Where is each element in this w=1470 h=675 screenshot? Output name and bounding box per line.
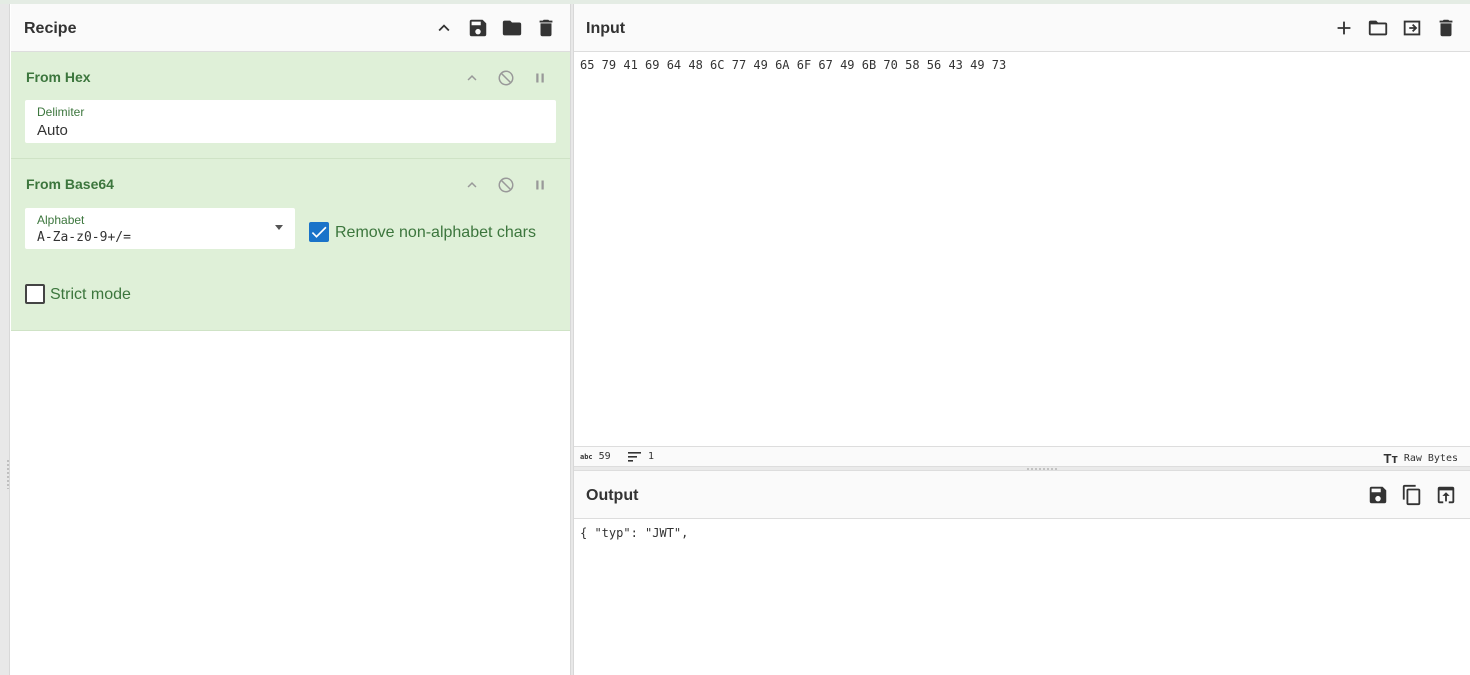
- disable-icon[interactable]: [494, 66, 518, 90]
- lines-status: 1: [628, 451, 654, 462]
- chevron-up-icon[interactable]: [432, 16, 456, 40]
- breakpoint-pause-icon[interactable]: [528, 66, 552, 90]
- add-tab-icon[interactable]: [1332, 16, 1356, 40]
- disable-icon[interactable]: [494, 173, 518, 197]
- input-pane: Input 65 79 41 69 64 48 6C 77 49 6A 6F 6…: [574, 4, 1470, 466]
- length-status: abc 59: [580, 451, 611, 462]
- output-header: Output: [574, 471, 1470, 519]
- remove-non-alphabet-checkbox[interactable]: [309, 222, 329, 242]
- left-resize-gutter[interactable]: [0, 4, 10, 675]
- remove-non-alphabet-label[interactable]: Remove non-alphabet chars: [335, 224, 536, 242]
- lines-value: 1: [648, 451, 655, 462]
- lines-icon: [628, 451, 641, 462]
- output-pane: Output { "typ": "JWT",: [574, 471, 1470, 675]
- clear-input-trash-icon[interactable]: [1434, 16, 1458, 40]
- text-size-icon: Tт: [1383, 451, 1398, 466]
- output-textarea[interactable]: { "typ": "JWT",: [580, 526, 688, 540]
- collapse-chevron-icon[interactable]: [460, 173, 484, 197]
- alphabet-value: A-Za-z0-9+/=: [37, 230, 131, 245]
- input-status-bar: abc 59 1 Tт Raw Bytes: [574, 446, 1470, 466]
- recipe-pane: Recipe From Hex Delimiter Auto From Base…: [11, 4, 570, 675]
- input-title: Input: [586, 20, 626, 37]
- operation-title: From Base64: [26, 176, 114, 192]
- breakpoint-pause-icon[interactable]: [528, 173, 552, 197]
- length-value: 59: [598, 451, 611, 462]
- cyberchef-app: Recipe From Hex Delimiter Auto From Base…: [0, 0, 1470, 675]
- operation-title: From Hex: [26, 69, 91, 85]
- input-textarea[interactable]: 65 79 41 69 64 48 6C 77 49 6A 6F 67 49 6…: [580, 58, 1006, 72]
- encoding-value: Raw Bytes: [1403, 453, 1458, 464]
- collapse-chevron-icon[interactable]: [460, 66, 484, 90]
- save-output-icon[interactable]: [1366, 483, 1390, 507]
- recipe-title: Recipe: [24, 20, 77, 37]
- delimiter-value: Auto: [37, 122, 68, 139]
- folder-icon[interactable]: [500, 16, 524, 40]
- replace-input-with-output-icon[interactable]: [1434, 483, 1458, 507]
- operation-from-hex[interactable]: From Hex Delimiter Auto: [11, 52, 570, 159]
- alphabet-select[interactable]: Alphabet A-Za-z0-9+/=: [25, 208, 295, 249]
- recipe-header: Recipe: [11, 4, 570, 52]
- strict-mode-checkbox[interactable]: [25, 284, 45, 304]
- delimiter-label: Delimiter: [37, 105, 85, 119]
- open-folder-icon[interactable]: [1366, 16, 1390, 40]
- trash-icon[interactable]: [534, 16, 558, 40]
- output-title: Output: [586, 487, 639, 504]
- save-icon[interactable]: [466, 16, 490, 40]
- copy-output-icon[interactable]: [1400, 483, 1424, 507]
- abc-icon: abc: [580, 452, 593, 461]
- encoding-status[interactable]: Tт Raw Bytes: [1384, 451, 1459, 466]
- input-header: Input: [574, 4, 1470, 52]
- delimiter-field[interactable]: Delimiter Auto: [25, 100, 556, 143]
- operation-from-base64[interactable]: From Base64 Alphabet A-Za-z0-9+/= Remove…: [11, 159, 570, 331]
- open-file-icon[interactable]: [1400, 16, 1424, 40]
- alphabet-label: Alphabet: [37, 213, 85, 227]
- strict-mode-label[interactable]: Strict mode: [50, 286, 131, 304]
- dropdown-caret-icon: [275, 225, 283, 230]
